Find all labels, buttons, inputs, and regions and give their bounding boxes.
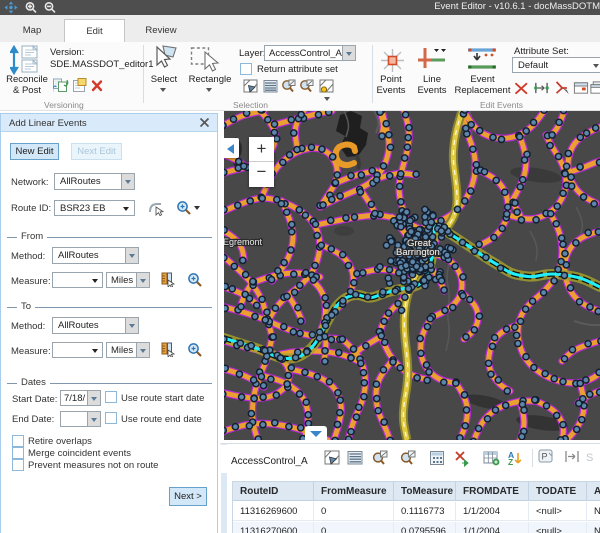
svg-text:Z: Z <box>508 457 513 467</box>
svg-text:P: P <box>542 452 548 462</box>
svg-text:S: S <box>586 452 593 464</box>
svg-text:Egremont: Egremont <box>224 237 263 247</box>
svg-text:Barrington: Barrington <box>396 247 440 258</box>
